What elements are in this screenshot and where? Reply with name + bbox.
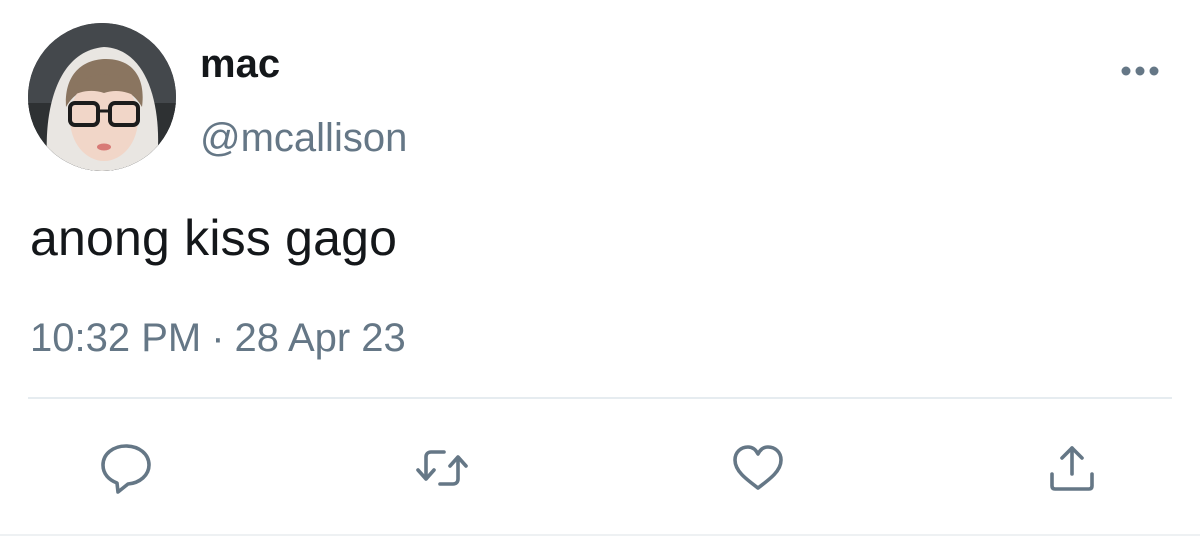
share-button[interactable] — [1044, 440, 1100, 496]
avatar[interactable] — [28, 23, 176, 171]
speech-bubble-icon — [101, 444, 151, 494]
retweet-button[interactable] — [414, 440, 470, 496]
author-display-name[interactable]: mac — [200, 40, 280, 88]
tweet-card: mac @mcallison anong kiss gago 10:32 PM … — [0, 0, 1200, 552]
retweet-arrows-icon — [416, 450, 468, 486]
heart-icon — [733, 445, 783, 490]
tweet-text: anong kiss gago — [30, 210, 398, 266]
tweet-date: 28 Apr 23 — [234, 316, 406, 360]
author-handle[interactable]: @mcallison — [200, 114, 407, 162]
profile-photo-icon — [28, 23, 176, 171]
like-button[interactable] — [730, 440, 786, 496]
timestamp-separator: · — [211, 316, 225, 360]
divider — [28, 397, 1172, 399]
more-dots-icon — [1121, 66, 1159, 76]
tweet-time: 10:32 PM — [30, 316, 202, 360]
more-options-button[interactable] — [1112, 56, 1168, 86]
tweet-timestamp[interactable]: 10:32 PM · 28 Apr 23 — [30, 314, 406, 362]
bottom-divider — [0, 534, 1200, 536]
reply-button[interactable] — [98, 440, 154, 496]
share-upload-icon — [1050, 446, 1094, 491]
